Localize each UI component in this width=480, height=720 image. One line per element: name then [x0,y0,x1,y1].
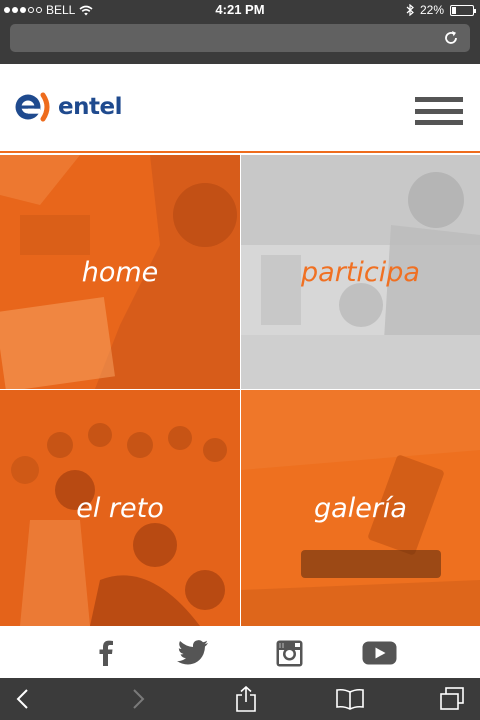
status-right-group: 22% [406,0,476,20]
logo-text: entel [58,94,122,120]
status-bar: BELL 4:21 PM 22% [0,0,480,20]
bluetooth-icon [406,4,414,16]
site-header: entel [0,64,480,153]
back-icon[interactable] [8,686,36,712]
hamburger-menu-icon[interactable] [415,97,463,125]
browser-address-bar [0,20,480,64]
entel-logo[interactable]: entel [14,92,122,122]
tabs-icon[interactable] [438,686,466,712]
facebook-icon[interactable] [96,638,116,668]
url-field[interactable] [10,24,470,52]
battery-percent: 22% [419,3,444,17]
tile-home-label: home [81,256,159,288]
browser-toolbar [0,678,480,720]
youtube-icon[interactable] [361,638,397,668]
entel-logo-icon [15,92,50,122]
tile-home[interactable]: home [0,155,240,389]
reload-icon[interactable] [442,29,460,47]
battery-icon [450,4,476,16]
twitter-icon[interactable] [176,638,210,668]
tile-galeria[interactable]: galería [241,390,480,626]
tile-el-reto-label: el reto [76,492,164,524]
forward-icon[interactable] [125,686,153,712]
tile-galeria-label: galería [314,492,407,524]
social-links [0,626,480,678]
instagram-icon[interactable] [275,638,303,668]
navigation-grid: home participa el reto galería [0,155,480,626]
tile-participa-label: participa [301,256,420,288]
tile-participa[interactable]: participa [241,155,480,389]
tile-el-reto[interactable]: el reto [0,390,240,626]
share-icon[interactable] [232,686,260,712]
bookmarks-icon[interactable] [336,686,364,712]
app-screen: BELL 4:21 PM 22% entel home participa el… [0,0,480,720]
